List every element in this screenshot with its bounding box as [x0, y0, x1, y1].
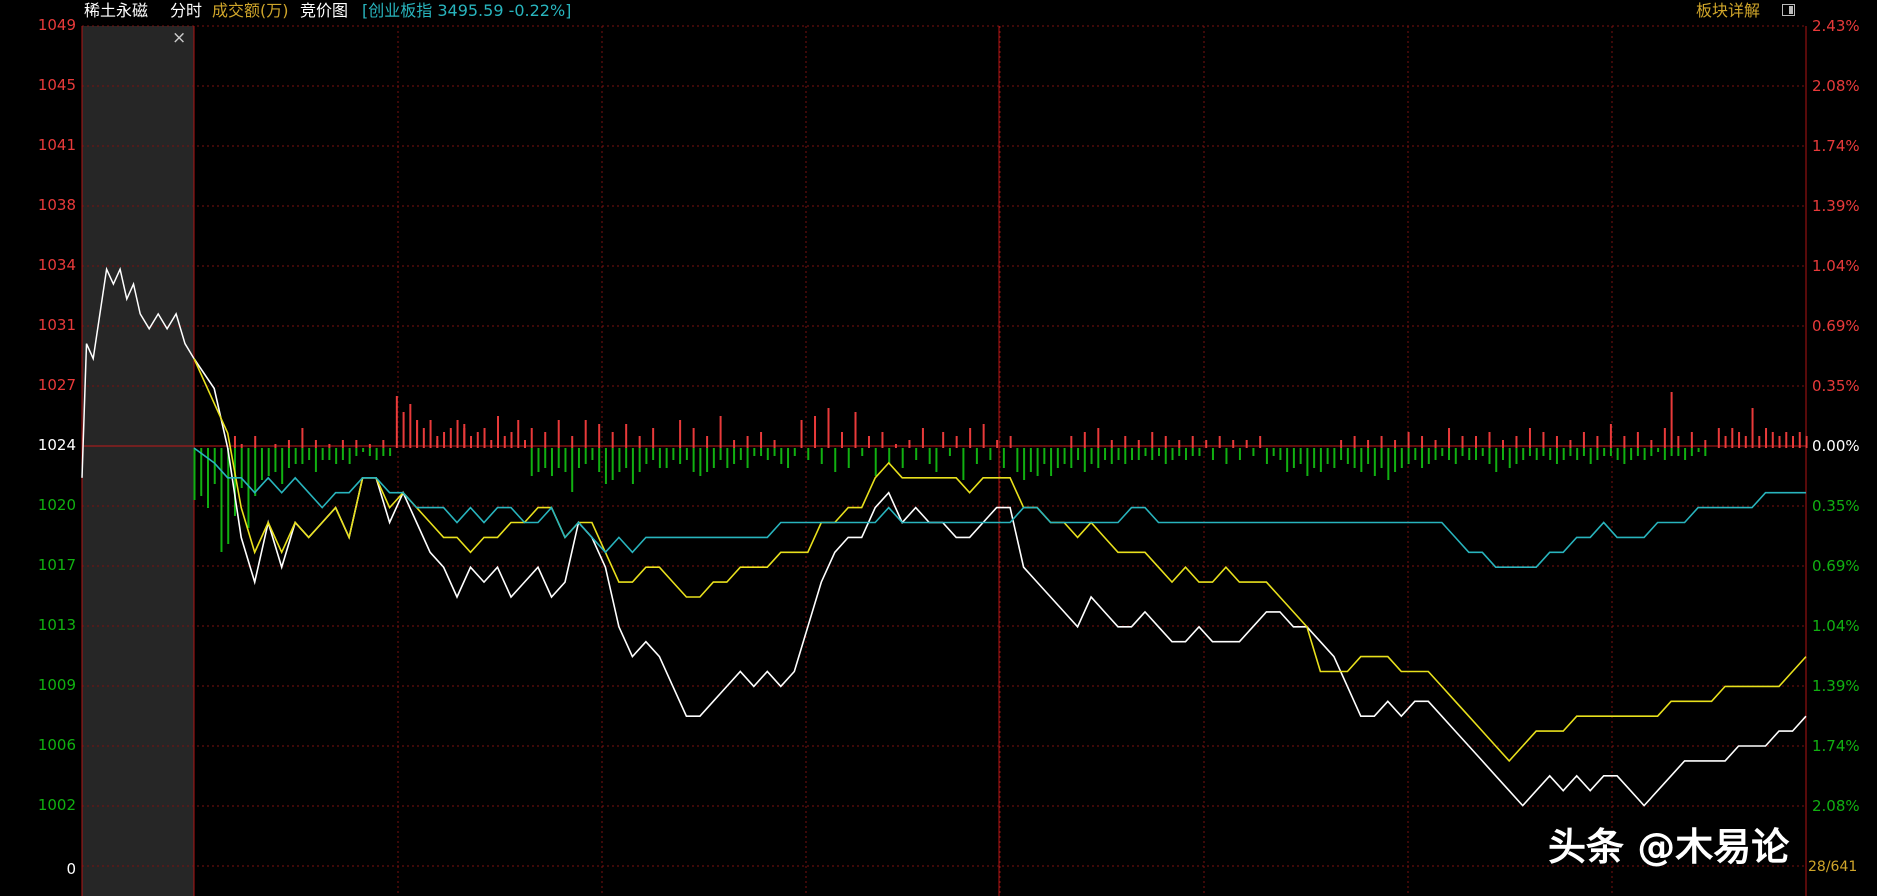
sector-detail-link[interactable]: 板块详解 — [1696, 0, 1760, 22]
right-tick-label: 0.00% — [1812, 437, 1860, 455]
right-tick-label: 1.04% — [1812, 617, 1860, 635]
right-tick-label: 0.35% — [1812, 377, 1860, 395]
right-tick-label: 0.69% — [1812, 557, 1860, 575]
right-tick-label: 2.08% — [1812, 797, 1860, 815]
left-tick-label: 1009 — [38, 676, 76, 694]
left-tick-label: 1020 — [38, 496, 76, 514]
view-mode-tab[interactable]: 分时 — [170, 0, 202, 22]
left-tick-label: 1038 — [38, 196, 76, 214]
left-tick-label: 0 — [66, 860, 76, 878]
right-tick-label: 0.35% — [1812, 497, 1860, 515]
left-tick-label: 1034 — [38, 256, 76, 274]
left-tick-label: 1027 — [38, 376, 76, 394]
stock-name[interactable]: 稀土永磁 — [84, 0, 148, 22]
right-tick-label: 1.39% — [1812, 197, 1860, 215]
close-icon[interactable]: × — [172, 28, 186, 48]
right-tick-label: 1.04% — [1812, 257, 1860, 275]
left-tick-label: 1041 — [38, 136, 76, 154]
auction-chart-label[interactable]: 竞价图 — [300, 0, 348, 22]
right-tick-label: 2.08% — [1812, 77, 1860, 95]
right-tick-label: 0.69% — [1812, 317, 1860, 335]
volume-label[interactable]: 成交额(万) — [212, 0, 289, 22]
chart-header: 稀土永磁 分时 成交额(万) 竞价图 [创业板指 3495.59 -0.22%]… — [0, 0, 1877, 24]
index-info[interactable]: [创业板指 3495.59 -0.22%] — [362, 0, 571, 22]
left-tick-label: 1013 — [38, 616, 76, 634]
left-tick-label: 1006 — [38, 736, 76, 754]
watermark-text: 头条 @木易论 — [1548, 825, 1790, 869]
auction-panel — [82, 26, 194, 896]
expand-icon[interactable] — [1782, 4, 1795, 16]
right-tick-label: 1.39% — [1812, 677, 1860, 695]
page-counter: 28/641 — [1808, 859, 1858, 875]
intraday-chart[interactable]: 1049104510411038103410311027102410201017… — [0, 0, 1877, 896]
right-tick-label: 1.74% — [1812, 737, 1860, 755]
right-tick-label: 1.74% — [1812, 137, 1860, 155]
left-tick-label: 1045 — [38, 76, 76, 94]
left-tick-label: 1031 — [38, 316, 76, 334]
left-tick-label: 1002 — [38, 796, 76, 814]
left-tick-label: 1024 — [38, 436, 76, 454]
left-tick-label: 1017 — [38, 556, 76, 574]
